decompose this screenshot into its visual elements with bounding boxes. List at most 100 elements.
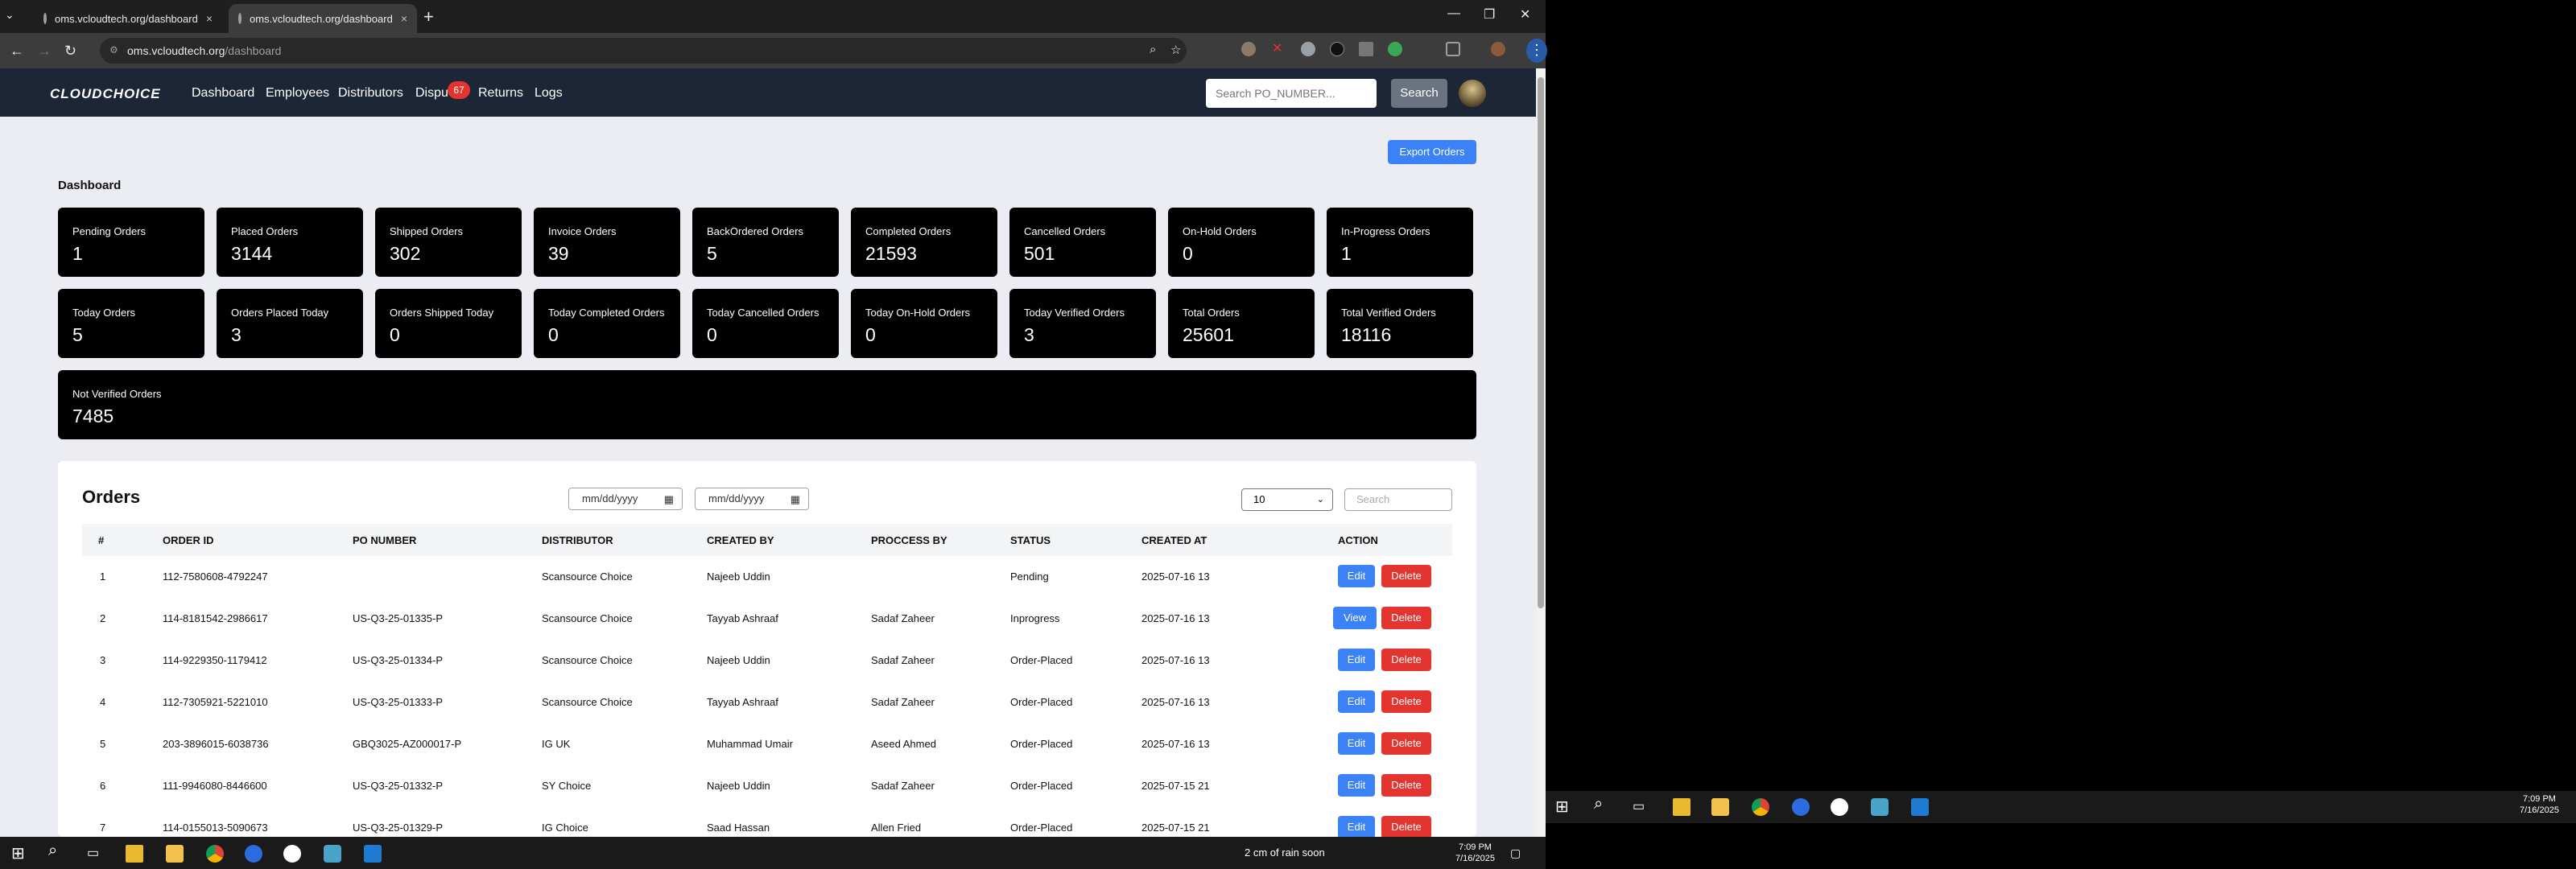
- po-search-input[interactable]: [1206, 79, 1377, 108]
- app-icon[interactable]: [1831, 798, 1848, 816]
- stat-card-pending[interactable]: Pending Orders 1: [58, 208, 204, 277]
- weather-widget[interactable]: 2 cm of rain soon: [1245, 846, 1325, 859]
- table-row[interactable]: 4 112-7305921-5221010 US-Q3-25-01333-P S…: [82, 682, 1452, 723]
- taskbar-clock[interactable]: 7:09 PM 7/16/2025: [2520, 793, 2559, 816]
- vscode-icon[interactable]: [364, 845, 382, 863]
- nav-returns[interactable]: Returns: [478, 86, 523, 101]
- stat-card-shipped-today[interactable]: Orders Shipped Today 0: [375, 289, 522, 358]
- page-size-select[interactable]: 10 ⌄: [1241, 488, 1333, 511]
- minimize-icon[interactable]: —: [1447, 6, 1460, 21]
- back-icon[interactable]: ←: [10, 43, 24, 60]
- extension-icon[interactable]: [1241, 42, 1256, 56]
- extension-fd-icon[interactable]: [1330, 42, 1344, 56]
- stat-card-placed-today[interactable]: Orders Placed Today 3: [217, 289, 363, 358]
- table-row[interactable]: 2 114-8181542-2986617 US-Q3-25-01335-P S…: [82, 598, 1452, 640]
- calendar-icon[interactable]: ▦: [791, 489, 800, 510]
- extensions-puzzle-icon[interactable]: [1446, 42, 1460, 56]
- tab-search-icon[interactable]: ⌄: [5, 8, 14, 22]
- nav-employees[interactable]: Employees: [266, 86, 329, 101]
- extension-image-icon[interactable]: [1359, 42, 1373, 56]
- nav-dashboard[interactable]: Dashboard: [192, 86, 254, 101]
- stat-card-not-verified[interactable]: Not Verified Orders 7485: [58, 370, 1476, 439]
- stat-card-completed-today[interactable]: Today Completed Orders 0: [534, 289, 680, 358]
- zoom-app-icon[interactable]: [245, 845, 262, 863]
- table-row[interactable]: 7 114-0155013-5090673 US-Q3-25-01329-P I…: [82, 807, 1452, 837]
- app-icon[interactable]: [1871, 798, 1889, 816]
- stat-card-verified-today[interactable]: Today Verified Orders 3: [1009, 289, 1156, 358]
- task-view-icon[interactable]: ▭: [87, 845, 105, 863]
- extension-icon[interactable]: [1301, 42, 1315, 56]
- windows-start-icon[interactable]: ⊞: [11, 843, 29, 863]
- delete-button[interactable]: Delete: [1381, 816, 1431, 837]
- app-logo[interactable]: CLOUDCHOICE: [50, 86, 161, 102]
- site-info-icon[interactable]: ⚙: [109, 44, 118, 56]
- file-explorer-icon[interactable]: [126, 845, 143, 863]
- nav-distributors[interactable]: Distributors: [338, 86, 403, 101]
- delete-button[interactable]: Delete: [1381, 565, 1431, 587]
- stat-card-total-verified[interactable]: Total Verified Orders 18116: [1327, 289, 1473, 358]
- export-orders-button[interactable]: Export Orders: [1388, 140, 1476, 164]
- stat-card-total[interactable]: Total Orders 25601: [1168, 289, 1315, 358]
- stat-card-invoice[interactable]: Invoice Orders 39: [534, 208, 680, 277]
- delete-button[interactable]: Delete: [1381, 649, 1431, 671]
- forward-icon[interactable]: →: [37, 43, 52, 60]
- table-row[interactable]: 3 114-9229350-1179412 US-Q3-25-01334-P S…: [82, 640, 1452, 682]
- nav-disputes[interactable]: Dispu: [415, 86, 448, 101]
- avatar[interactable]: [1459, 80, 1486, 107]
- stat-card-cancelled-today[interactable]: Today Cancelled Orders 0: [692, 289, 839, 358]
- bookmark-star-icon[interactable]: ☆: [1170, 43, 1181, 57]
- address-bar[interactable]: oms.vcloudtech.org/dashboard: [100, 38, 1187, 64]
- delete-button[interactable]: Delete: [1381, 732, 1431, 755]
- stat-card-shipped[interactable]: Shipped Orders 302: [375, 208, 522, 277]
- chrome-icon[interactable]: [1752, 798, 1769, 816]
- stat-card-placed[interactable]: Placed Orders 3144: [217, 208, 363, 277]
- app-icon[interactable]: [324, 845, 341, 863]
- edit-button[interactable]: Edit: [1338, 816, 1375, 837]
- file-explorer-icon[interactable]: [1673, 798, 1690, 816]
- view-button[interactable]: View: [1333, 607, 1377, 629]
- app-icon[interactable]: [283, 845, 301, 863]
- search-icon[interactable]: ⌕: [48, 842, 66, 859]
- new-tab-button[interactable]: +: [423, 6, 434, 27]
- orders-search-input[interactable]: Search: [1344, 488, 1452, 511]
- stat-card-completed[interactable]: Completed Orders 21593: [851, 208, 997, 277]
- restore-icon[interactable]: ❐: [1484, 6, 1495, 23]
- zoom-app-icon[interactable]: [1792, 798, 1810, 816]
- close-tab-icon[interactable]: ×: [206, 12, 213, 25]
- stat-card-today[interactable]: Today Orders 5: [58, 289, 204, 358]
- store-icon[interactable]: [1711, 798, 1729, 816]
- notifications-icon[interactable]: ▢: [1510, 846, 1528, 864]
- stat-card-onhold[interactable]: On-Hold Orders 0: [1168, 208, 1315, 277]
- search-button[interactable]: Search: [1391, 79, 1447, 108]
- stat-card-inprogress[interactable]: In-Progress Orders 1: [1327, 208, 1473, 277]
- search-icon[interactable]: ⌕: [1594, 795, 1612, 813]
- stat-card-backordered[interactable]: BackOrdered Orders 5: [692, 208, 839, 277]
- extension-shield-icon[interactable]: [1388, 42, 1402, 56]
- edit-button[interactable]: Edit: [1338, 649, 1375, 671]
- vscode-icon[interactable]: [1911, 798, 1929, 816]
- close-tab-icon[interactable]: ×: [401, 12, 407, 25]
- calendar-icon[interactable]: ▦: [664, 489, 674, 510]
- stat-card-cancelled[interactable]: Cancelled Orders 501: [1009, 208, 1156, 277]
- nav-logs[interactable]: Logs: [535, 86, 563, 101]
- profile-icon[interactable]: [1491, 42, 1505, 56]
- extension-x-icon[interactable]: ✕: [1272, 40, 1286, 56]
- taskbar-clock[interactable]: 7:09 PM 7/16/2025: [1455, 842, 1495, 864]
- store-icon[interactable]: [166, 845, 184, 863]
- edit-button[interactable]: Edit: [1338, 690, 1375, 713]
- reload-icon[interactable]: ↻: [64, 43, 76, 60]
- browser-menu-icon[interactable]: ⋮: [1526, 39, 1547, 63]
- task-view-icon[interactable]: ▭: [1633, 798, 1650, 816]
- edit-button[interactable]: Edit: [1338, 732, 1375, 755]
- edit-button[interactable]: Edit: [1338, 774, 1375, 797]
- delete-button[interactable]: Delete: [1381, 607, 1431, 629]
- stat-card-onhold-today[interactable]: Today On-Hold Orders 0: [851, 289, 997, 358]
- date-from-input[interactable]: mm/dd/yyyy ▦: [568, 488, 683, 510]
- table-row[interactable]: 5 203-3896015-6038736 GBQ3025-AZ000017-P…: [82, 723, 1452, 765]
- browser-tab-2[interactable]: oms.vcloudtech.org/dashboard ×: [229, 4, 417, 33]
- table-row[interactable]: 6 111-9946080-8446600 US-Q3-25-01332-P S…: [82, 765, 1452, 807]
- window-close-icon[interactable]: ✕: [1520, 6, 1530, 23]
- delete-button[interactable]: Delete: [1381, 690, 1431, 713]
- date-to-input[interactable]: mm/dd/yyyy ▦: [695, 488, 809, 510]
- windows-start-icon[interactable]: ⊞: [1555, 797, 1573, 816]
